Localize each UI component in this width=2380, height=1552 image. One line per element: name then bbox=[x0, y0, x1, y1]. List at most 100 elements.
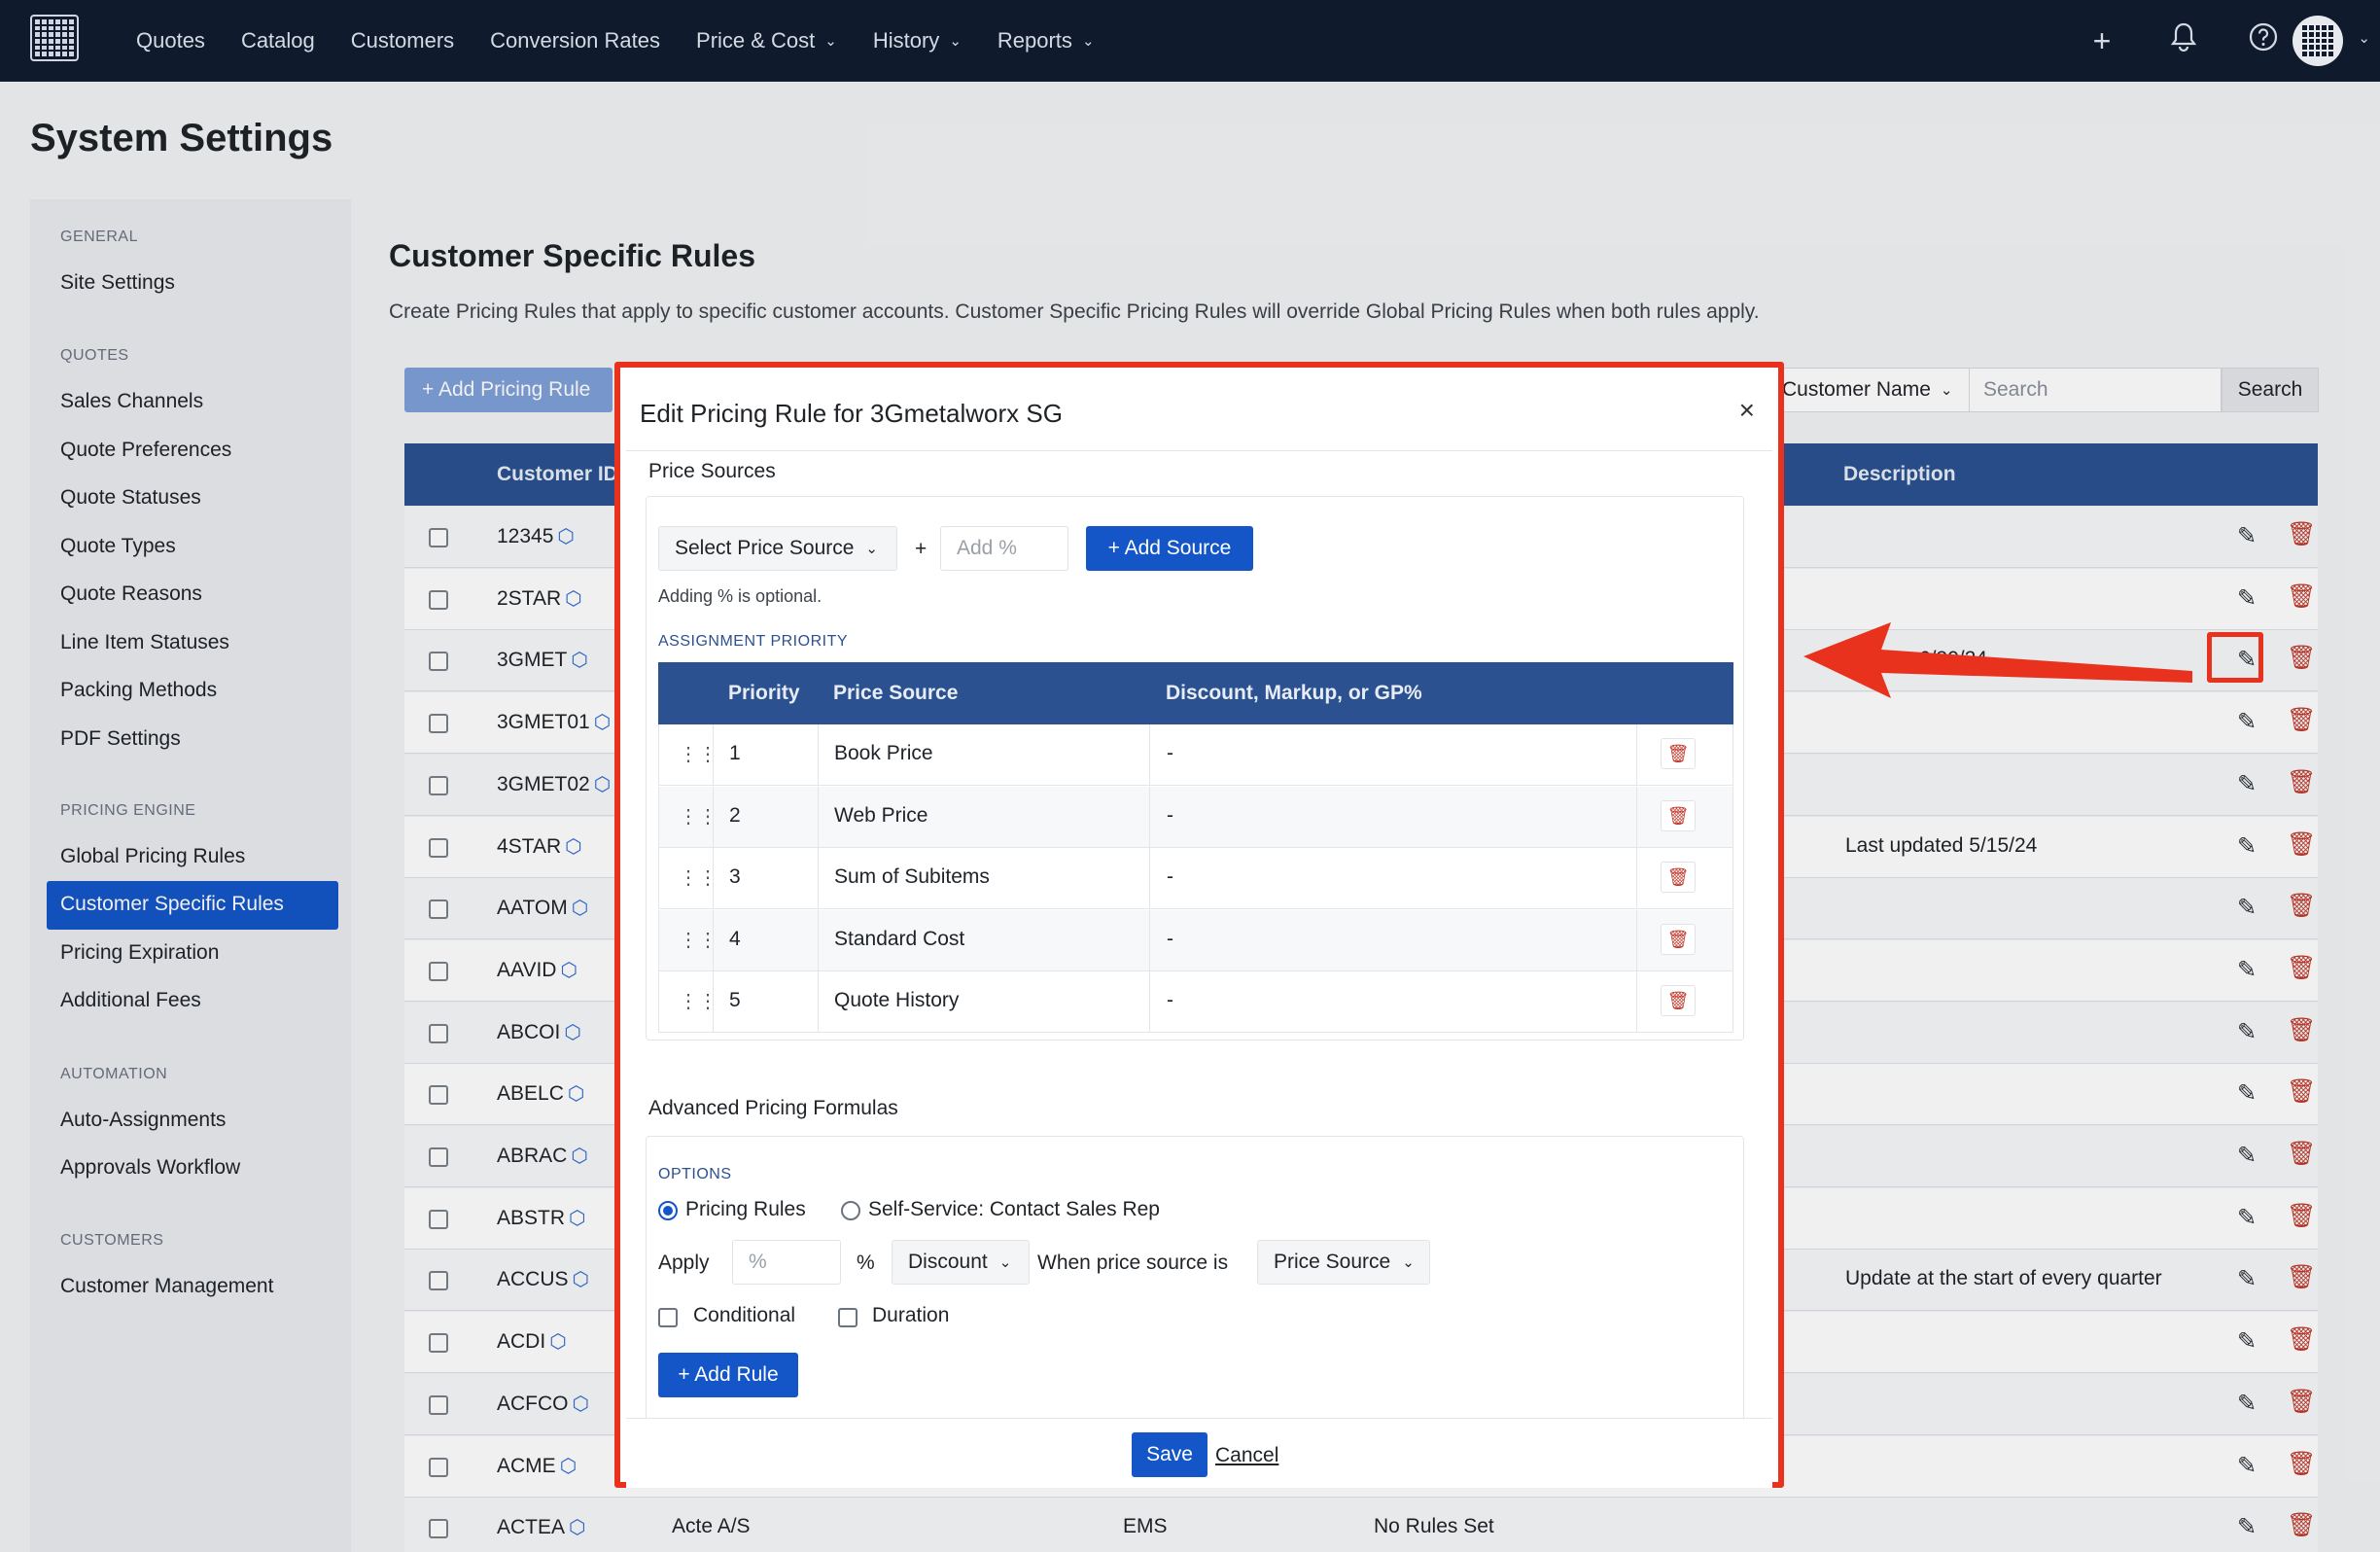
drag-handle-icon[interactable]: ⋮⋮ bbox=[679, 865, 718, 890]
trash-icon[interactable]: 🗑 bbox=[1661, 738, 1696, 769]
pricing-rules-radio[interactable] bbox=[658, 1201, 678, 1220]
price-source-condition-dropdown[interactable]: Price Source ⌄ bbox=[1257, 1240, 1430, 1285]
percent-symbol: % bbox=[857, 1252, 875, 1274]
column-divider bbox=[1149, 909, 1150, 971]
priority-cell: 4 bbox=[729, 927, 741, 950]
column-header-priority: Priority bbox=[728, 682, 800, 704]
column-divider bbox=[713, 848, 714, 909]
trash-icon[interactable]: 🗑 bbox=[1661, 862, 1696, 893]
bell-icon[interactable] bbox=[2164, 21, 2203, 60]
chevron-down-icon: ⌄ bbox=[1402, 1254, 1415, 1271]
drag-handle-icon[interactable]: ⋮⋮ bbox=[679, 928, 718, 952]
adjustment-cell: - bbox=[1167, 989, 1173, 1011]
nav-conversion-rates[interactable]: Conversion Rates bbox=[490, 28, 660, 53]
column-divider bbox=[1149, 786, 1150, 848]
duration-checkbox[interactable] bbox=[838, 1308, 858, 1327]
add-source-button[interactable]: + Add Source bbox=[1086, 526, 1253, 571]
help-icon[interactable] bbox=[2244, 21, 2283, 60]
priority-row[interactable]: ⋮⋮ 1 Book Price - 🗑 bbox=[658, 724, 1733, 786]
avatar[interactable] bbox=[2292, 16, 2343, 66]
adjustment-cell: - bbox=[1167, 865, 1173, 888]
nav-label: Customers bbox=[350, 28, 455, 53]
add-rule-button[interactable]: + Add Rule bbox=[658, 1353, 798, 1397]
column-divider bbox=[1636, 909, 1637, 971]
priority-row[interactable]: ⋮⋮ 3 Sum of Subitems - 🗑 bbox=[658, 848, 1733, 909]
chevron-down-icon: ⌄ bbox=[949, 33, 962, 50]
priority-cell: 1 bbox=[729, 742, 741, 764]
drag-handle-icon[interactable]: ⋮⋮ bbox=[679, 804, 718, 829]
priority-cell: 2 bbox=[729, 803, 741, 827]
modal-header: Edit Pricing Rule for 3Gmetalworx SG × bbox=[626, 373, 1772, 451]
column-divider bbox=[818, 971, 819, 1033]
priority-row[interactable]: ⋮⋮ 4 Standard Cost - 🗑 bbox=[658, 909, 1733, 971]
top-navigation-bar: Quotes Catalog Customers Conversion Rate… bbox=[0, 0, 2380, 82]
conditional-label[interactable]: Conditional bbox=[693, 1304, 795, 1327]
annotation-highlight-box bbox=[2207, 632, 2263, 683]
plus-icon[interactable]: + bbox=[2082, 21, 2121, 60]
chevron-down-icon[interactable]: ⌄ bbox=[2358, 29, 2370, 47]
drag-handle-icon[interactable]: ⋮⋮ bbox=[679, 742, 718, 766]
column-divider bbox=[713, 971, 714, 1033]
nav-customers[interactable]: Customers bbox=[351, 28, 454, 53]
drag-handle-icon[interactable]: ⋮⋮ bbox=[679, 989, 718, 1013]
self-service-radio[interactable] bbox=[841, 1201, 860, 1220]
save-button[interactable]: Save bbox=[1132, 1432, 1208, 1477]
modal-title: Edit Pricing Rule for 3Gmetalworx SG bbox=[640, 399, 1063, 428]
priority-cell: 3 bbox=[729, 865, 741, 888]
column-divider bbox=[1149, 848, 1150, 909]
trash-icon[interactable]: 🗑 bbox=[1661, 923, 1696, 955]
conditional-checkbox[interactable] bbox=[658, 1308, 678, 1327]
trash-icon[interactable]: 🗑 bbox=[1661, 799, 1696, 831]
nav-quotes[interactable]: Quotes bbox=[136, 28, 205, 53]
price-source-cell: Quote History bbox=[834, 989, 960, 1011]
main-nav: Quotes Catalog Customers Conversion Rate… bbox=[136, 0, 1131, 82]
adjustment-type-dropdown[interactable]: Discount ⌄ bbox=[892, 1240, 1030, 1285]
chevron-down-icon: ⌄ bbox=[824, 33, 837, 50]
edit-pricing-rule-modal: Edit Pricing Rule for 3Gmetalworx SG × P… bbox=[614, 362, 1784, 1488]
adjustment-cell: - bbox=[1167, 803, 1173, 827]
price-source-cell: Standard Cost bbox=[834, 927, 965, 950]
app-logo-icon[interactable] bbox=[30, 15, 79, 61]
when-price-source-label: When price source is bbox=[1037, 1252, 1229, 1274]
select-price-source-dropdown[interactable]: Select Price Source ⌄ bbox=[658, 526, 897, 571]
annotation-arrow-icon bbox=[1803, 622, 2192, 698]
column-divider bbox=[713, 786, 714, 848]
cancel-link[interactable]: Cancel bbox=[1215, 1444, 1278, 1467]
nav-label: Reports bbox=[997, 28, 1072, 53]
nav-label: History bbox=[872, 28, 940, 53]
close-icon[interactable]: × bbox=[1739, 395, 1755, 426]
priority-row[interactable]: ⋮⋮ 5 Quote History - 🗑 bbox=[658, 971, 1733, 1033]
pricing-rules-radio-label[interactable]: Pricing Rules bbox=[685, 1198, 806, 1221]
price-source-cell: Book Price bbox=[834, 742, 933, 764]
select-price-source-label: Select Price Source bbox=[675, 537, 855, 559]
chevron-down-icon: ⌄ bbox=[1081, 33, 1095, 50]
column-divider bbox=[713, 909, 714, 971]
column-divider bbox=[1149, 971, 1150, 1033]
self-service-radio-label[interactable]: Self-Service: Contact Sales Rep bbox=[868, 1198, 1160, 1221]
add-percent-input[interactable]: Add % bbox=[940, 526, 1068, 571]
nav-label: Quotes bbox=[136, 28, 205, 53]
trash-icon[interactable]: 🗑 bbox=[1661, 985, 1696, 1016]
price-source-cell: Sum of Subitems bbox=[834, 865, 990, 888]
plus-sign: + bbox=[915, 538, 928, 560]
adjustment-type-label: Discount bbox=[908, 1251, 988, 1273]
column-divider bbox=[818, 909, 819, 971]
price-source-cell: Web Price bbox=[834, 803, 928, 827]
modal-footer: Save Cancel bbox=[626, 1418, 1772, 1488]
priority-row[interactable]: ⋮⋮ 2 Web Price - 🗑 bbox=[658, 786, 1733, 848]
optional-percent-note: Adding % is optional. bbox=[658, 586, 822, 606]
nav-history[interactable]: History ⌄ bbox=[873, 28, 962, 53]
nav-price-cost[interactable]: Price & Cost ⌄ bbox=[696, 28, 837, 53]
nav-catalog[interactable]: Catalog bbox=[241, 28, 315, 53]
column-divider bbox=[818, 724, 819, 786]
priority-cell: 5 bbox=[729, 989, 741, 1011]
price-sources-panel: Select Price Source ⌄ + Add % + Add Sourc… bbox=[646, 496, 1744, 1041]
duration-label[interactable]: Duration bbox=[872, 1304, 949, 1327]
column-header-adjustment: Discount, Markup, or GP% bbox=[1166, 682, 1422, 704]
column-header-price-source: Price Source bbox=[833, 682, 959, 704]
nav-reports[interactable]: Reports ⌄ bbox=[998, 28, 1095, 53]
column-divider bbox=[1149, 724, 1150, 786]
advanced-formulas-panel: OPTIONS Pricing Rules Self-Service: Cont… bbox=[646, 1136, 1744, 1428]
apply-percent-input[interactable]: % bbox=[732, 1240, 841, 1285]
nav-label: Conversion Rates bbox=[490, 28, 661, 53]
